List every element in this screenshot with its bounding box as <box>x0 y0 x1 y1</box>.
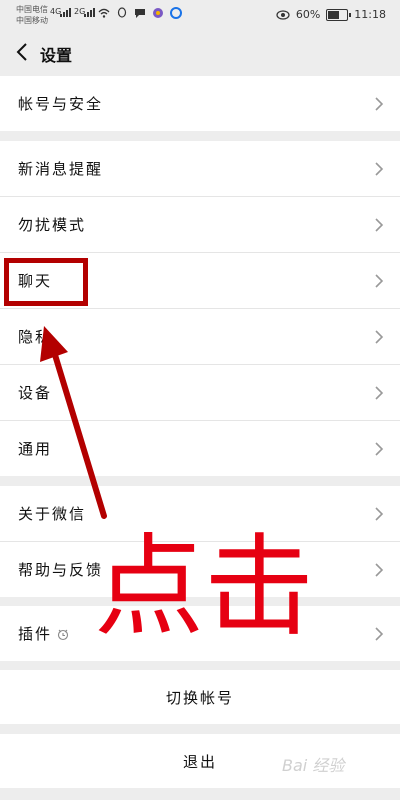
browser-icon <box>153 8 163 18</box>
settings-item-label: 帮助与反馈 <box>18 561 104 579</box>
status-bar: 中国电信 中国移动 4G 2G 60% 11:18 <box>0 0 400 30</box>
chevron-right-icon <box>375 162 384 176</box>
settings-item-label: 隐私 <box>18 328 53 346</box>
signal-bars-2-icon <box>84 8 95 17</box>
wifi-icon <box>98 8 110 18</box>
battery-icon <box>326 8 352 21</box>
settings-item-devices[interactable]: 设备 <box>0 365 400 421</box>
back-button[interactable] <box>12 41 32 63</box>
app-icon <box>170 7 182 19</box>
settings-item-notifications[interactable]: 新消息提醒 <box>0 141 400 197</box>
carrier-info: 中国电信 中国移动 <box>16 4 48 26</box>
highlight-box <box>4 258 88 306</box>
settings-item-label: 帐号与安全 <box>18 95 104 113</box>
switch-account-button[interactable]: 切换帐号 <box>0 670 400 724</box>
switch-account-label: 切换帐号 <box>165 689 234 707</box>
settings-item-label: 关于微信 <box>18 505 87 523</box>
chevron-right-icon <box>375 386 384 400</box>
plugin-badge-icon <box>57 629 69 641</box>
clock: 11:18 <box>354 8 386 21</box>
settings-item-do-not-disturb[interactable]: 勿扰模式 <box>0 197 400 253</box>
qq-icon <box>117 7 127 18</box>
settings-item-general[interactable]: 通用 <box>0 421 400 476</box>
message-icon <box>135 9 145 18</box>
chevron-right-icon <box>375 97 384 111</box>
settings-item-label: 设备 <box>18 384 53 402</box>
carrier-2: 中国移动 <box>16 16 48 25</box>
click-annotation-text: 点击 <box>94 523 314 651</box>
settings-item-privacy[interactable]: 隐私 <box>0 309 400 365</box>
notification-icons <box>98 7 182 19</box>
page-title: 设置 <box>40 46 73 65</box>
chevron-right-icon <box>375 627 384 641</box>
settings-group-account: 帐号与安全 <box>0 76 400 131</box>
chevron-left-icon <box>16 43 27 61</box>
nav-bar: 设置 <box>0 30 400 74</box>
settings-item-label: 新消息提醒 <box>18 160 104 178</box>
plugins-label: 插件 <box>18 625 53 643</box>
chevron-right-icon <box>375 563 384 577</box>
chevron-right-icon <box>375 507 384 521</box>
right-status: 60% 11:18 <box>276 8 386 21</box>
battery-percent: 60% <box>295 8 321 21</box>
signal-bars-1-icon <box>60 8 71 17</box>
settings-item-label: 插件 <box>18 623 70 644</box>
carrier-1: 中国电信 <box>16 5 48 14</box>
settings-item-label: 通用 <box>18 440 53 458</box>
settings-item-label: 勿扰模式 <box>18 216 87 234</box>
eye-icon <box>276 9 290 20</box>
chevron-right-icon <box>375 442 384 456</box>
watermark: Bai 经验 <box>282 756 345 775</box>
settings-item-account-security[interactable]: 帐号与安全 <box>0 76 400 131</box>
chevron-right-icon <box>375 218 384 232</box>
chevron-right-icon <box>375 330 384 344</box>
chevron-right-icon <box>375 274 384 288</box>
settings-group-main: 新消息提醒 勿扰模式 聊天 隐私 设备 通用 <box>0 141 400 476</box>
